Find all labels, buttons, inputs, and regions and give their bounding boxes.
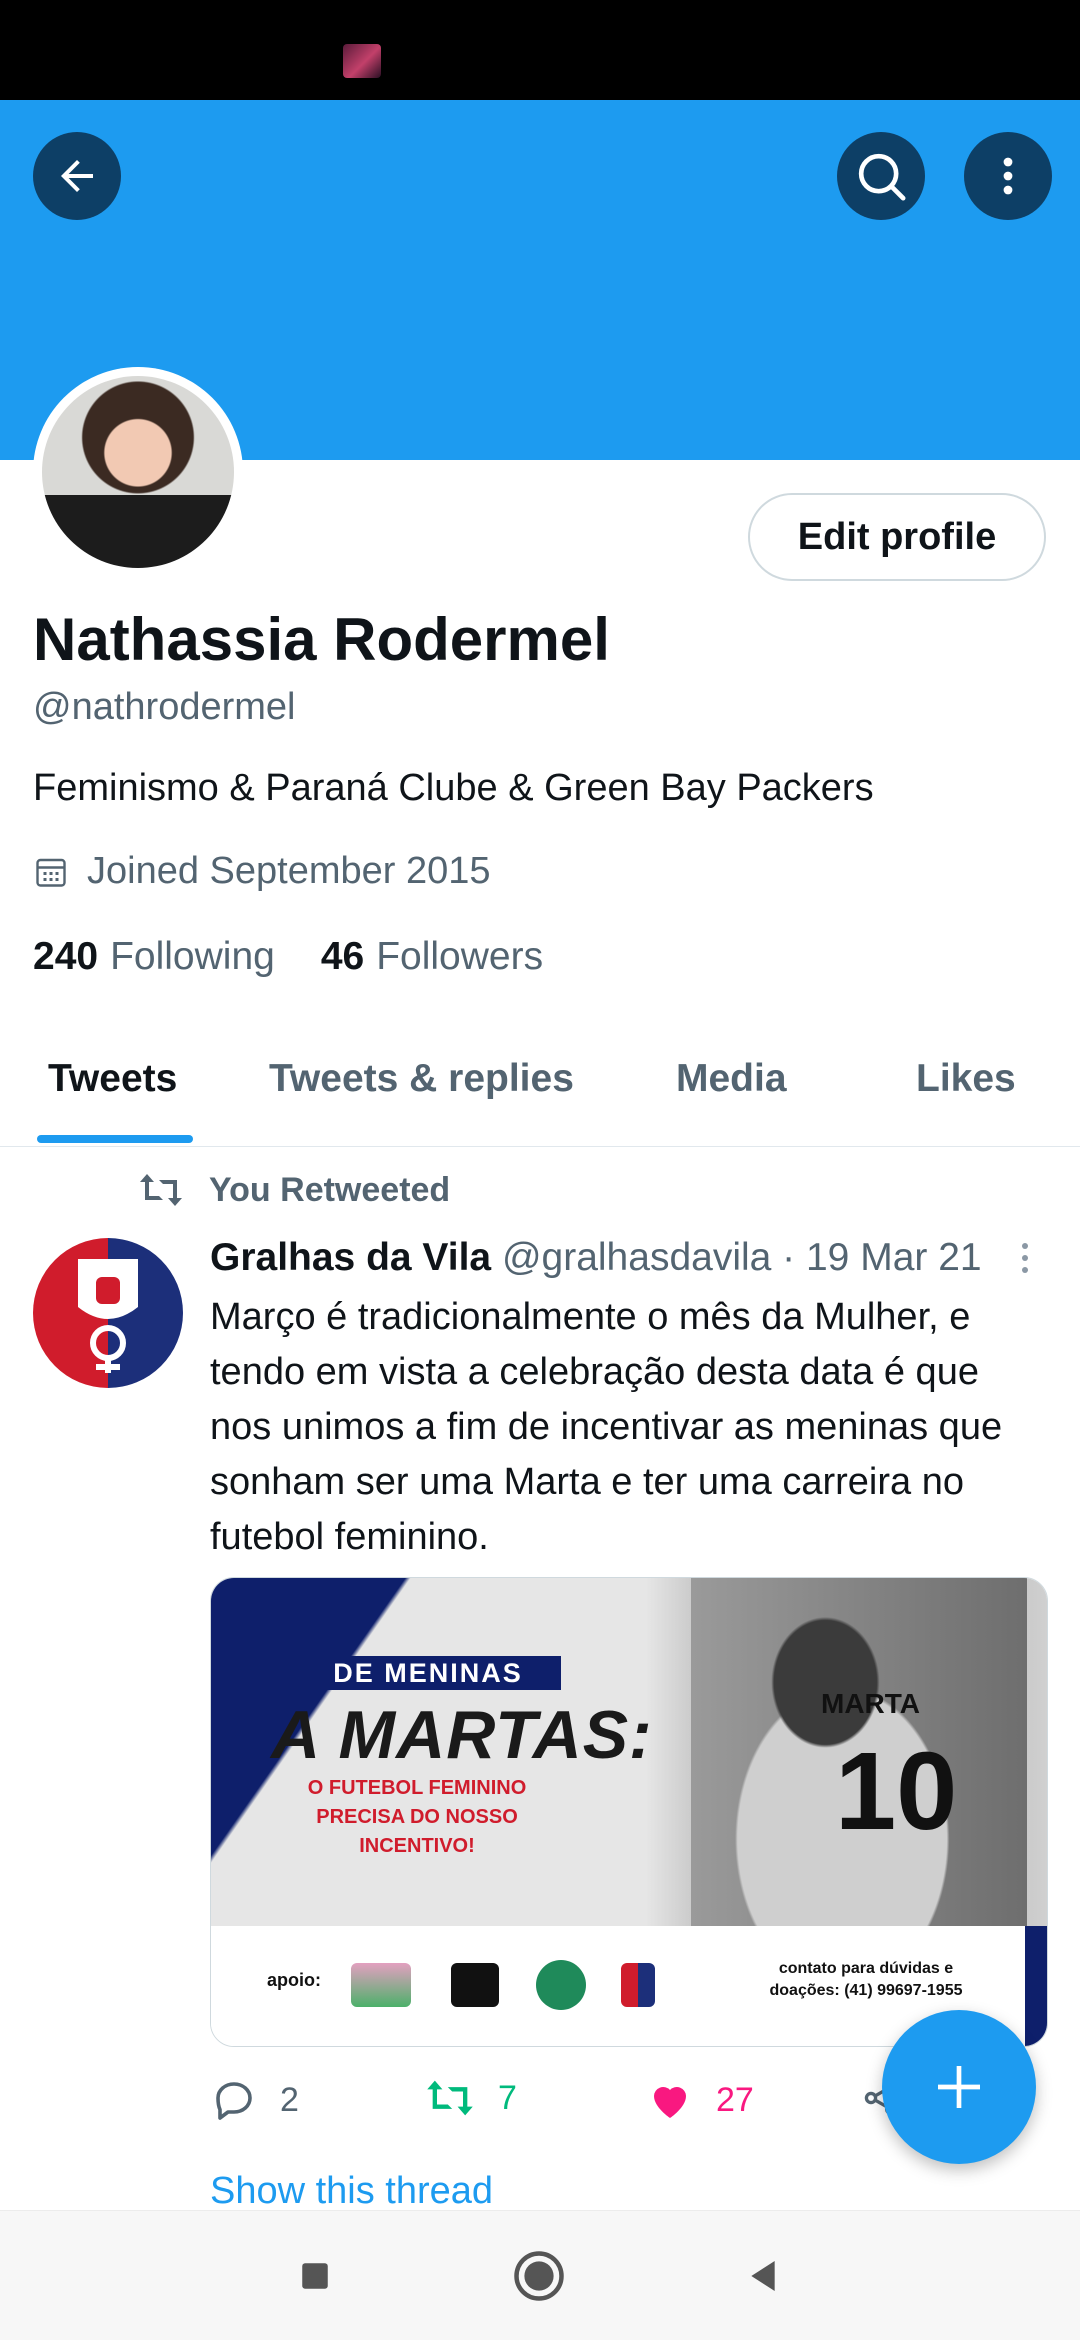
tab-likes[interactable]: Likes xyxy=(916,1057,1016,1101)
tab-tweets-replies[interactable]: Tweets & replies xyxy=(269,1057,574,1101)
media-contact: contato para dúvidas e doações: (41) 996… xyxy=(769,1960,963,1999)
following-link[interactable]: 240 Following xyxy=(33,935,275,979)
arrow-left-icon xyxy=(61,160,93,192)
more-vertical-icon xyxy=(1003,157,1013,195)
system-back-button[interactable] xyxy=(713,2211,813,2340)
followers-link[interactable]: 46 Followers xyxy=(321,935,543,979)
avatar-image xyxy=(42,376,234,568)
media-apoio: apoio: xyxy=(267,1970,321,1990)
like-button[interactable]: 27 xyxy=(646,2076,754,2124)
tab-media[interactable]: Media xyxy=(676,1057,787,1101)
search-button[interactable] xyxy=(837,132,925,220)
profile-stats: 240 Following 46 Followers xyxy=(33,935,543,979)
media-shirt-number: 10 xyxy=(835,1730,958,1853)
back-button[interactable] xyxy=(33,132,121,220)
retweet-count: 7 xyxy=(498,2078,517,2117)
profile-handle: @nathrodermel xyxy=(33,686,296,728)
retweet-button[interactable]: 7 xyxy=(424,2076,517,2120)
retweet-icon xyxy=(427,2080,473,2116)
tweet-header: Gralhas da Vila @gralhasdavila · 19 Mar … xyxy=(210,1236,982,1280)
tweet-text: Março é tradicionalmente o mês da Mulher… xyxy=(210,1296,1003,1558)
profile-bio: Feminismo & Paraná Clube & Green Bay Pac… xyxy=(33,767,874,809)
tweet-more-button[interactable] xyxy=(1018,1240,1032,1281)
system-navigation-bar xyxy=(0,2210,1080,2340)
media-shirt-name: MARTA xyxy=(821,1688,921,1719)
media-label: DE MENINAS xyxy=(295,1656,561,1690)
active-tab-indicator xyxy=(37,1135,193,1143)
more-vertical-icon xyxy=(1022,1243,1028,1273)
retweet-icon xyxy=(140,1174,182,1206)
following-label: Following xyxy=(110,935,275,978)
reply-icon xyxy=(216,2082,252,2120)
media-title: A MARTAS: xyxy=(271,1697,653,1773)
more-button[interactable] xyxy=(964,132,1052,220)
show-thread-link[interactable]: Show this thread xyxy=(210,2170,493,2213)
sponsor-logo xyxy=(621,1963,655,2007)
joined-date: Joined September 2015 xyxy=(33,850,491,893)
home-circle-icon xyxy=(514,2251,564,2301)
tweet-author-avatar[interactable] xyxy=(33,1238,183,1388)
notification-thumbnail xyxy=(343,44,381,78)
edit-profile-button[interactable]: Edit profile xyxy=(748,493,1046,581)
triangle-back-icon xyxy=(751,2261,775,2291)
media-subtitle: O FUTEBOL FEMININO PRECISA DO NOSSO INCE… xyxy=(307,1777,527,1857)
media-stripe xyxy=(1025,1926,1047,2046)
home-button[interactable] xyxy=(489,2211,589,2340)
following-count: 240 xyxy=(33,935,99,978)
plus-icon xyxy=(938,2066,980,2108)
profile-name: Nathassia Rodermel xyxy=(33,606,610,673)
followers-count: 46 xyxy=(320,935,365,978)
square-icon xyxy=(302,2263,328,2289)
profile-avatar[interactable] xyxy=(33,367,243,577)
club-logo-icon xyxy=(78,1259,138,1373)
reply-button[interactable]: 2 xyxy=(210,2076,299,2124)
heart-icon xyxy=(654,2086,686,2118)
tweet-actions: 2 7 27 xyxy=(210,2076,910,2128)
sponsor-logo xyxy=(351,1963,411,2007)
sponsor-logo xyxy=(536,1960,586,2010)
like-count: 27 xyxy=(716,2080,754,2119)
search-icon xyxy=(858,153,906,201)
sponsor-logo xyxy=(451,1963,499,2007)
retweet-context: You Retweeted xyxy=(137,1170,450,1210)
tab-tweets[interactable]: Tweets xyxy=(48,1057,177,1101)
tweet-media[interactable]: DE MENINAS A MARTAS: O FUTEBOL FEMININO … xyxy=(210,1577,1048,2047)
reply-count: 2 xyxy=(280,2080,299,2119)
calendar-icon xyxy=(36,858,66,887)
profile-tabs: Tweets Tweets & replies Media Likes xyxy=(0,1035,1080,1147)
tweet-author-name[interactable]: Gralhas da Vila xyxy=(210,1236,491,1279)
recents-button[interactable] xyxy=(265,2211,365,2340)
tweet-meta: @gralhasdavila · 19 Mar 21 xyxy=(501,1236,982,1279)
status-bar xyxy=(0,0,1080,100)
compose-tweet-button[interactable] xyxy=(882,2010,1036,2164)
retweet-note-text: You Retweeted xyxy=(209,1170,451,1209)
followers-label: Followers xyxy=(376,935,544,978)
joined-text: Joined September 2015 xyxy=(87,850,491,892)
